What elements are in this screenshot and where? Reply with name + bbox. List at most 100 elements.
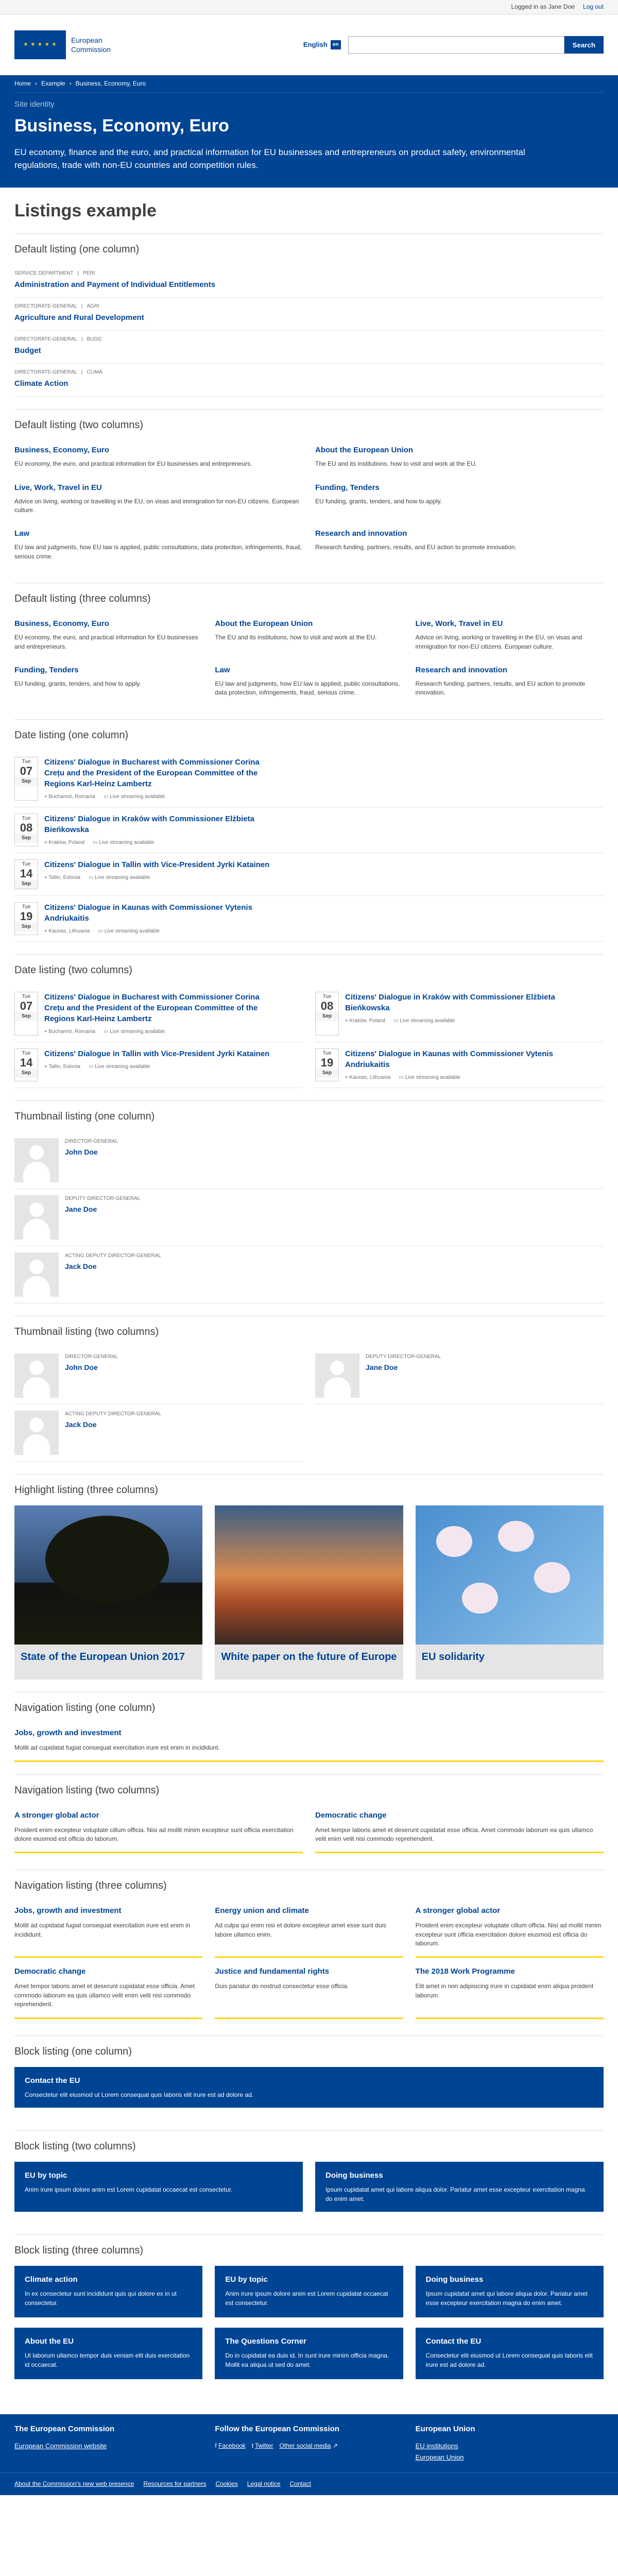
date-item: Tue 07 Sep Citizens' Dialogue in Bucharest… — [14, 986, 303, 1042]
section-heading: Navigation listing (one column) — [14, 1702, 156, 1714]
person-link[interactable]: Jane Doe — [366, 1363, 398, 1371]
block-item[interactable]: Climate action In ex consectetur sunt inc… — [14, 2265, 203, 2317]
block-item[interactable]: EU by topic Anim irure ipsum dolore anim … — [14, 2161, 303, 2212]
block-item[interactable]: Contact the EU Consectetur elit eiusmod … — [14, 2066, 604, 2108]
navigation-item: A stronger global actor Proident enim exc… — [14, 1806, 303, 1854]
default-listing-three-columns: Default listing (three columns) Business… — [14, 583, 604, 719]
european-union-link[interactable]: European Union — [416, 2453, 604, 2462]
date-item-link[interactable]: Citizens' Dialogue in Bucharest with Com… — [44, 992, 271, 1024]
date-item-link[interactable]: Citizens' Dialogue in Kaunas with Commis… — [44, 902, 271, 924]
footer-link[interactable]: About the Commission's new web presence — [14, 2480, 134, 2488]
block-item[interactable]: EU by topic Anim irure ipsum dolore anim … — [215, 2265, 403, 2317]
highlight-card[interactable]: White paper on the future of Europe — [215, 1505, 403, 1680]
page-title: Listings example — [14, 200, 157, 221]
location-icon: ⌖ Bucharest, Romania — [44, 793, 96, 800]
person-link[interactable]: John Doe — [65, 1148, 98, 1156]
date-listing-two-columns: Date listing (two columns) Tue 07 Sep Citi… — [14, 954, 604, 1100]
tree-sunset-image — [14, 1505, 203, 1645]
footer-link[interactable]: Legal notice — [247, 2480, 281, 2488]
avatar-placeholder-icon — [14, 1410, 59, 1455]
list-item-link[interactable]: Budget — [14, 346, 41, 355]
section-heading: Date listing (one column) — [14, 729, 129, 741]
date-item: Tue 19 Sep Citizens' Dialogue in Kaunas wi… — [315, 1042, 604, 1088]
person-link[interactable]: Jack Doe — [65, 1420, 96, 1429]
person-link[interactable]: Jack Doe — [65, 1262, 96, 1270]
block-item[interactable]: Doing business Ipsum cupidatat amet qui l… — [315, 2161, 604, 2212]
highlight-card[interactable]: State of the European Union 2017 — [14, 1505, 203, 1680]
live-icon: ▭ Live streaming available — [98, 928, 160, 934]
date-item: Tue 08 Sep Citizens' Dialogue in Kraków wi… — [315, 986, 604, 1042]
location-icon: ⌖ Kaunas, Lithuania — [345, 1074, 391, 1080]
twitter-link[interactable]: t Twitter — [252, 2442, 273, 2450]
eu-institutions-link[interactable]: EU institutions — [416, 2442, 604, 2451]
location-icon: ⌖ Tallin, Estonia — [44, 1063, 80, 1070]
navigation-item: Jobs, growth and investment Mollit ad cup… — [14, 1901, 203, 1958]
date-item-link[interactable]: Citizens' Dialogue in Kraków with Commis… — [345, 992, 572, 1013]
logout-link[interactable]: Log out — [583, 3, 604, 11]
footer-link[interactable]: Contact — [290, 2480, 311, 2488]
other-social-link[interactable]: Other social media ↗ — [280, 2442, 338, 2450]
search-button[interactable]: Search — [564, 36, 604, 54]
live-icon: ▭ Live streaming available — [399, 1074, 461, 1080]
search-input[interactable] — [348, 36, 564, 54]
list-item: About the European Union The EU and its i… — [215, 619, 377, 641]
logo[interactable]: ★ ★ ★ ★ ★ European Commission — [14, 30, 111, 59]
date-badge: Tue 19 Sep — [14, 902, 38, 935]
section-heading: Date listing (two columns) — [14, 964, 132, 976]
date-item-link[interactable]: Citizens' Dialogue in Tallin with Vice-P… — [44, 859, 269, 870]
top-bar: Logged in as Jane Doe Log out — [0, 0, 618, 14]
date-item: Tue 08 Sep Citizens' Dialogue in Kraków wi… — [14, 807, 604, 853]
list-item: Research and innovation Research funding,… — [315, 529, 517, 551]
list-item: Directorate-general | AGRI Agriculture and… — [14, 298, 604, 331]
highlight-card[interactable]: EU solidarity — [415, 1505, 604, 1680]
block-item[interactable]: Doing business Ipsum cupidatat amet qui l… — [415, 2265, 604, 2317]
thumbnail-item: Acting Deputy Director-General Jack Doe — [14, 1404, 303, 1462]
list-item: Directorate-general | CLIMA Climate Action — [14, 364, 604, 397]
date-badge: Tue 08 Sep — [14, 813, 38, 846]
live-icon: ▭ Live streaming available — [92, 839, 154, 845]
navigation-item: Democratic change Amet tempor laboris ame… — [14, 1962, 203, 2019]
location-icon: ⌖ Tallin, Estonia — [44, 874, 80, 880]
date-item-link[interactable]: Citizens' Dialogue in Bucharest with Com… — [44, 757, 271, 789]
list-item: Directorate-general | BUDG Budget — [14, 331, 604, 364]
block-listing-two-columns: Block listing (two columns) EU by topic A… — [14, 2130, 604, 2234]
person-link[interactable]: John Doe — [65, 1363, 98, 1371]
section-heading: Thumbnail listing (two columns) — [14, 1326, 159, 1337]
navigation-item: Jobs, growth and investment Mollit ad cu… — [14, 1723, 604, 1762]
list-item-link[interactable]: Climate Action — [14, 379, 68, 388]
language-selector[interactable]: English en — [303, 40, 341, 49]
footer-link[interactable]: Cookies — [215, 2480, 237, 2488]
date-item-link[interactable]: Citizens' Dialogue in Kaunas with Commis… — [345, 1048, 572, 1070]
list-item: Service department | PERI Administration a… — [14, 265, 604, 298]
list-item: Live, Work, Travel in EU Advice on living… — [415, 619, 582, 650]
avatar-placeholder-icon — [14, 1138, 59, 1182]
search-form: Search — [348, 36, 604, 54]
navigation-item-link[interactable]: Jobs, growth and investment — [14, 1727, 604, 1738]
block-item[interactable]: Contact the EU Consectetur elit eiusmod u… — [415, 2327, 604, 2379]
navigation-item: Justice and fundamental rights Duis paria… — [215, 1962, 403, 2019]
date-item: Tue 07 Sep Citizens' Dialogue in Bucharest… — [14, 751, 604, 807]
logged-in-label: Logged in as Jane Doe — [511, 3, 575, 11]
footer-link[interactable]: Resources for partners — [143, 2480, 206, 2488]
footer-heading: The European Commission — [14, 2424, 115, 2433]
breadcrumb-home[interactable]: Home — [14, 79, 31, 88]
person-link[interactable]: Jane Doe — [65, 1205, 97, 1213]
footer-heading: European Union — [415, 2424, 475, 2433]
navigation-item: A stronger global actor Proident enim exc… — [415, 1901, 604, 1958]
block-listing-one-column: Block listing (one column) Contact the E… — [14, 2035, 604, 2130]
navigation-item: Energy union and climate Ad culpa qui eni… — [215, 1901, 403, 1958]
site-identity: Site identity — [14, 100, 55, 109]
commission-website-link[interactable]: European Commission website — [14, 2442, 202, 2451]
navigation-listing-one-column: Navigation listing (one column) Jobs, gr… — [14, 1691, 604, 1774]
list-item: Business, Economy, Euro EU economy, the e… — [14, 446, 252, 468]
date-item-link[interactable]: Citizens' Dialogue in Tallin with Vice-P… — [44, 1048, 269, 1059]
avatar-placeholder-icon — [315, 1353, 359, 1398]
list-item-link[interactable]: Administration and Payment of Individual… — [14, 280, 215, 289]
breadcrumb-example[interactable]: Example — [41, 79, 65, 88]
block-item[interactable]: About the EU Ut laborum ullamco tempor du… — [14, 2327, 203, 2379]
list-item-link[interactable]: Agriculture and Rural Development — [14, 313, 144, 322]
date-item-link[interactable]: Citizens' Dialogue in Kraków with Commis… — [44, 814, 271, 835]
section-heading: Navigation listing (three columns) — [14, 1880, 167, 1892]
facebook-link[interactable]: f Facebook — [215, 2442, 245, 2450]
block-item[interactable]: The Questions Corner Do in cupidatat ea d… — [215, 2327, 403, 2379]
